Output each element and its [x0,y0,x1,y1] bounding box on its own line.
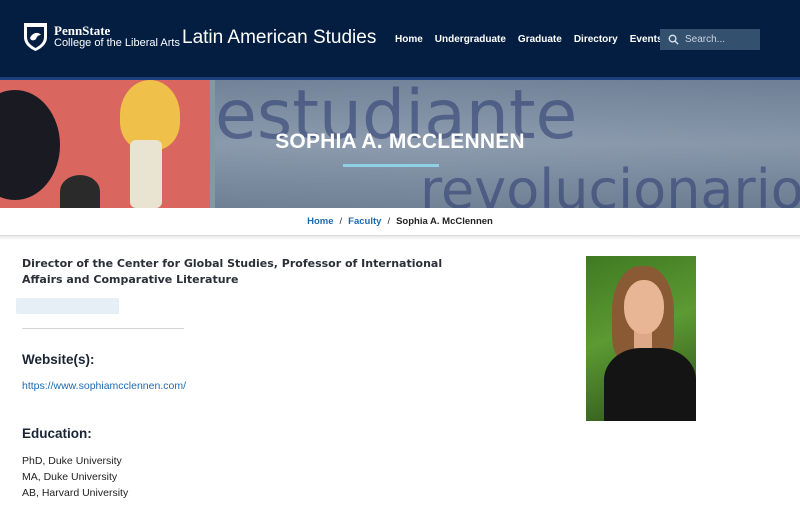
penn-state-shield-icon [24,23,47,51]
hero-graffiti-text-2: revolucionario [420,158,800,208]
website-link[interactable]: https://www.sophiamcclennen.com/ [22,380,186,392]
nav-directory[interactable]: Directory [574,34,618,45]
penn-state-logo[interactable]: PennState College of the Liberal Arts [22,21,180,52]
job-title: Director of the Center for Global Studie… [22,257,443,286]
logo-line2: College of the Liberal Arts [54,36,180,49]
list-item: PhD, Duke University [22,455,122,467]
redacted-contact [16,298,119,314]
site-title[interactable]: Latin American Studies [182,27,376,49]
hero-banner: estudiante revolucionario SOPHIA A. MCCL… [0,80,800,208]
divider [22,328,184,329]
breadcrumb-separator: / [339,216,343,227]
list-item: MA, Duke University [22,471,118,483]
list-item: AB, Harvard University [22,487,129,499]
breadcrumb: Home / Faculty / Sophia A. McClennen [0,208,800,236]
breadcrumb-home[interactable]: Home [307,216,333,227]
breadcrumb-current: Sophia A. McClennen [396,216,493,227]
nav-graduate[interactable]: Graduate [518,34,562,45]
logo-line1: PennState [54,22,111,38]
search-icon [668,34,679,45]
education-heading: Education: [22,426,92,441]
nav-undergraduate[interactable]: Undergraduate [435,34,506,45]
website-heading: Website(s): [22,352,95,367]
nav-home[interactable]: Home [395,34,423,45]
site-header: PennState College of the Liberal Arts La… [0,0,800,80]
nav-events[interactable]: Events [630,34,663,45]
breadcrumb-shadow [0,236,800,240]
page-title: SOPHIA A. MCCLENNEN [275,130,525,153]
breadcrumb-faculty[interactable]: Faculty [348,216,381,227]
profile-photo [586,256,696,421]
breadcrumb-separator: / [387,216,391,227]
search-placeholder: Search... [685,34,726,45]
logo-text: PennState College of the Liberal Arts [54,22,180,49]
title-underline [343,164,439,167]
search-input[interactable]: Search... [660,29,760,50]
main-nav: Home Undergraduate Graduate Directory Ev… [395,34,675,45]
education-list: PhD, Duke University MA, Duke University… [22,453,128,501]
